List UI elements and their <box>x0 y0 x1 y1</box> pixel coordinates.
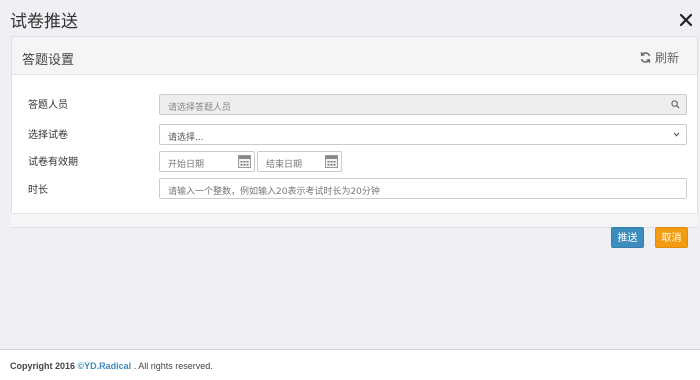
panel-footer <box>11 213 698 227</box>
brand-link[interactable]: ©YD.Radical <box>78 361 132 371</box>
exam-select[interactable]: 请选择... <box>159 124 687 145</box>
respondents-field[interactable]: 请选择答题人员 <box>159 94 687 115</box>
refresh-label: 刷新 <box>654 51 679 65</box>
cancel-button[interactable]: 取消 <box>655 227 688 248</box>
validity-label: 试卷有效期 <box>28 157 78 168</box>
close-icon[interactable] <box>678 12 694 28</box>
duration-placeholder: 请输入一个整数，例如输入20表示考试时长为20分钟 <box>168 187 380 197</box>
refresh-button[interactable]: 刷新 <box>639 49 679 66</box>
end-date-input[interactable]: 结束日期 <box>257 151 342 172</box>
respondents-label: 答题人员 <box>28 100 68 111</box>
dialog-title: 试卷推送 <box>10 12 78 32</box>
dialog-titlebar: 试卷推送 <box>0 0 700 34</box>
refresh-icon <box>640 52 651 63</box>
panel-header: 答题设置 刷新 <box>12 37 697 75</box>
chevron-down-icon <box>673 132 680 137</box>
start-date-placeholder: 开始日期 <box>168 160 205 170</box>
duration-label: 时长 <box>28 185 48 196</box>
duration-input[interactable]: 请输入一个整数，例如输入20表示考试时长为20分钟 <box>159 178 687 199</box>
copyright-suffix: . All rights reserved. <box>131 361 213 371</box>
search-icon[interactable] <box>671 100 680 109</box>
respondents-placeholder: 请选择答题人员 <box>168 103 232 113</box>
start-date-input[interactable]: 开始日期 <box>159 151 255 172</box>
copyright-footer: Copyright 2016 ©YD.Radical . All rights … <box>0 349 700 380</box>
calendar-icon[interactable] <box>238 155 251 168</box>
end-date-placeholder: 结束日期 <box>266 160 303 170</box>
send-button[interactable]: 推送 <box>611 227 644 248</box>
copyright-prefix: Copyright 2016 <box>10 361 78 371</box>
calendar-icon[interactable] <box>325 155 338 168</box>
answer-settings-panel: 答题设置 刷新 答题人员 请选择答题人员 选择试卷 请选择... 试卷有效期 开… <box>11 36 698 228</box>
panel-title: 答题设置 <box>22 53 75 68</box>
push-exam-dialog: 试卷推送 答题设置 刷新 答题人员 请选择答题人员 选择试卷 请选择... 试卷… <box>0 0 700 380</box>
exam-label: 选择试卷 <box>28 130 68 141</box>
exam-select-value: 请选择... <box>168 133 204 143</box>
